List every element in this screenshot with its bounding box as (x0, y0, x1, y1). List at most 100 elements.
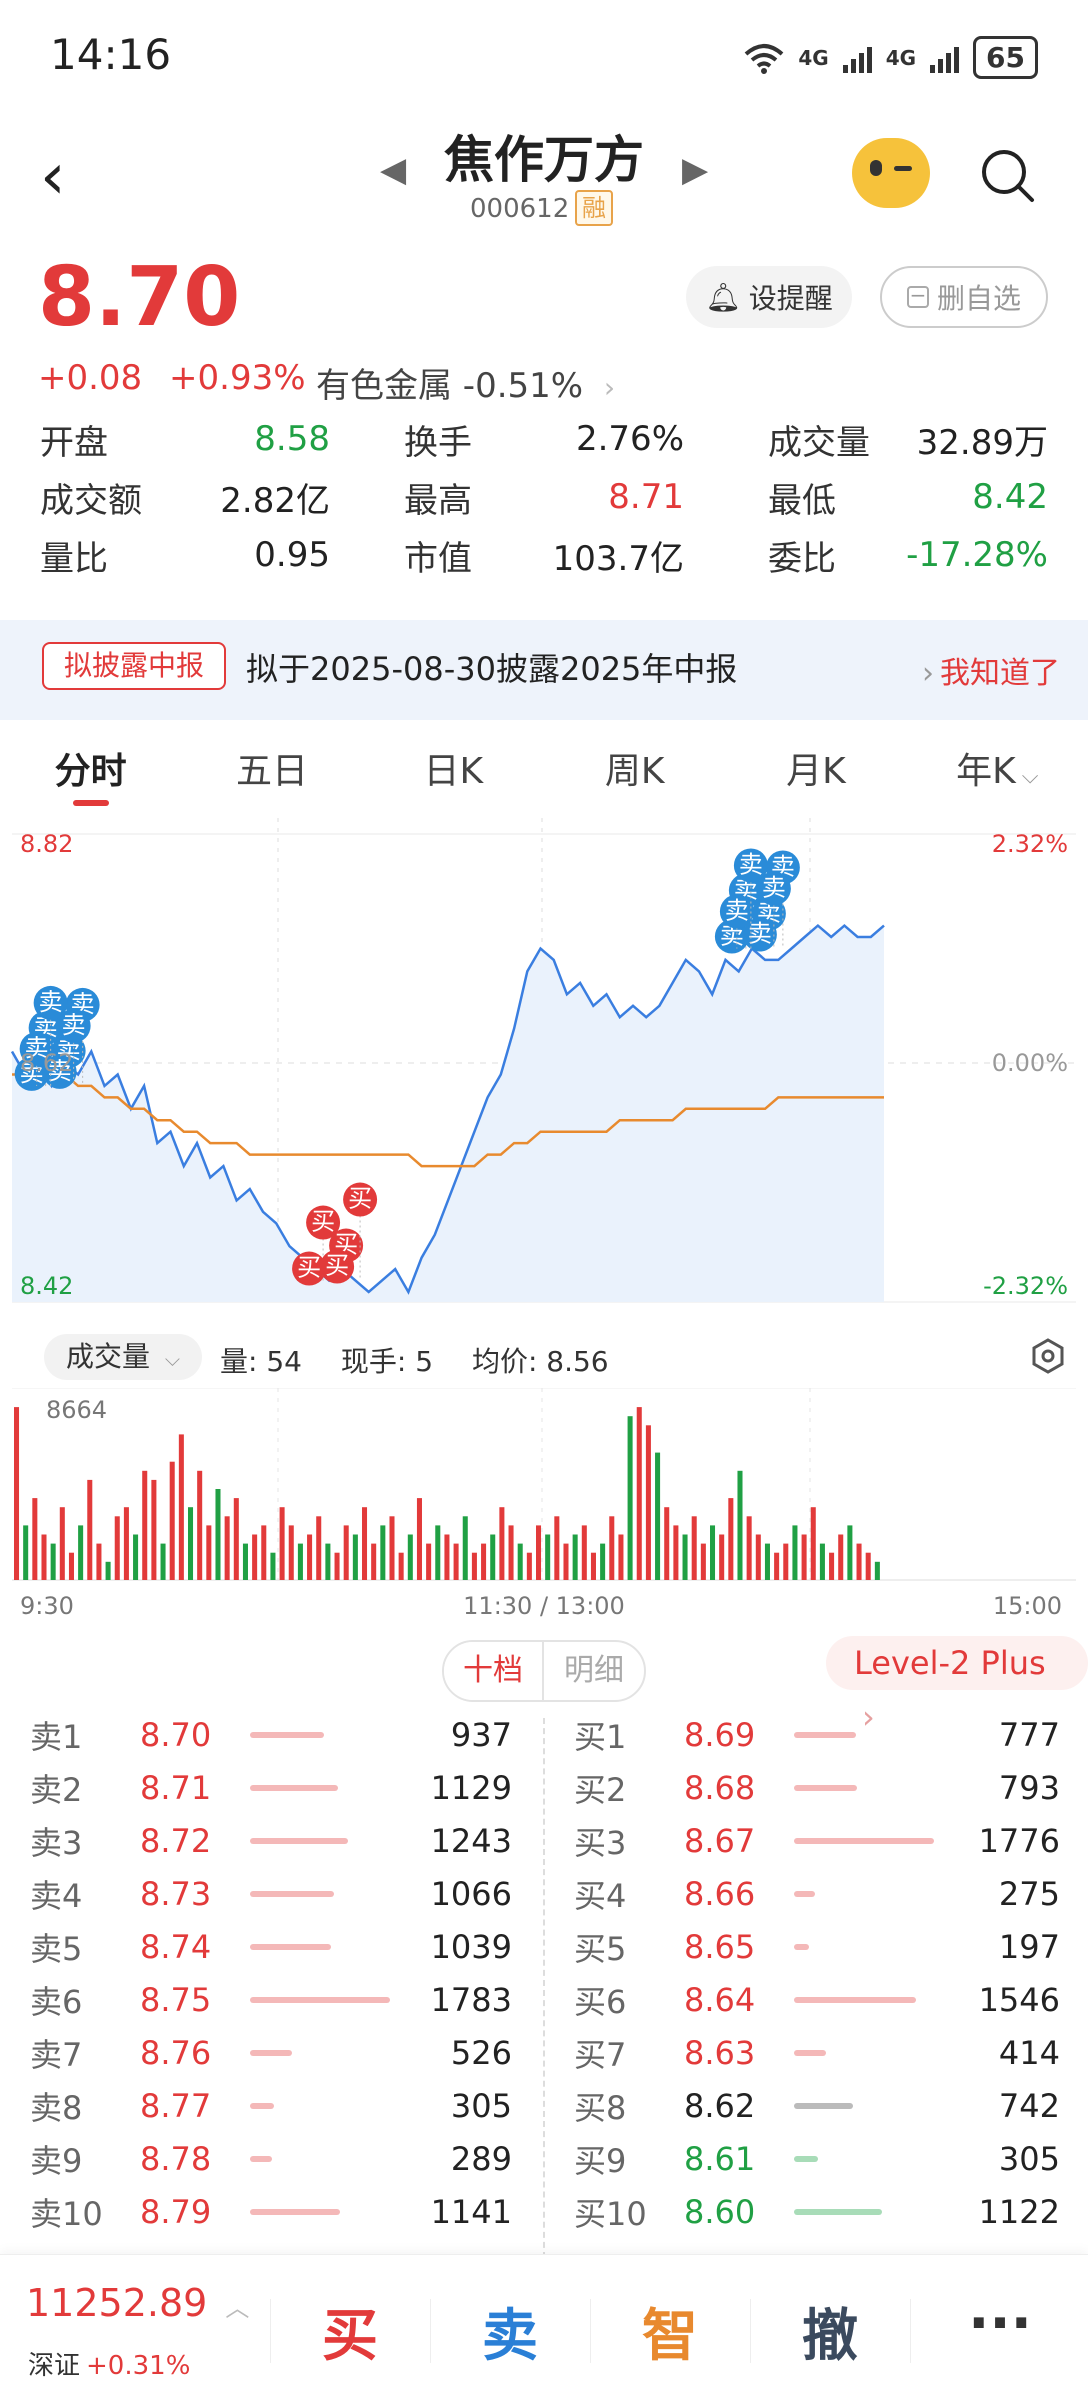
bid-row[interactable]: 买7 8.63 414 (574, 2026, 1060, 2079)
volume-bar (50, 1543, 56, 1580)
index-value[interactable]: 11252.89 ︿ (26, 2281, 249, 2325)
bid-row[interactable]: 买10 8.60 1122 (574, 2185, 1060, 2238)
volume-readout: 量: 54 现手: 5 均价: 8.56 (220, 1340, 639, 1380)
volume-bar (673, 1525, 679, 1580)
stat-value: 8.42 (972, 477, 1048, 517)
sector-label: 有色金属 -0.51% (316, 366, 584, 406)
volume-bar (133, 1534, 139, 1580)
volume-bar (316, 1516, 322, 1580)
ask-row[interactable]: 卖6 8.75 1783 (30, 1973, 512, 2026)
volume-bar (151, 1479, 157, 1580)
bid-row[interactable]: 买6 8.64 1546 (574, 1973, 1060, 2026)
stat-value: 8.71 (608, 477, 684, 517)
trade-marker-label: 卖 (739, 851, 763, 879)
trade-marker-label: 买 (311, 1208, 335, 1236)
stat-key: 最高 (404, 480, 472, 521)
volume-bar (664, 1507, 670, 1580)
bid-row[interactable]: 买9 8.61 305 (574, 2132, 1060, 2185)
ask-row[interactable]: 卖9 8.78 289 (30, 2132, 512, 2185)
stat-item: 最高 8.71 (404, 470, 684, 524)
stat-key: 成交量 (768, 422, 870, 463)
tab-intraday[interactable]: 分时 (0, 722, 181, 812)
level-volume: 742 (998, 2086, 1060, 2125)
margin-tag: 融 (575, 190, 613, 226)
level-volume-bar (250, 1731, 324, 1738)
ask-row[interactable]: 卖4 8.73 1066 (30, 1867, 512, 1920)
level-price: 8.61 (684, 2139, 756, 2178)
level-volume-bar (794, 2208, 882, 2215)
tab-monthly-k[interactable]: 月K (725, 722, 906, 812)
set-alert-button[interactable]: 🔔︎ 设提醒 (686, 266, 852, 328)
ask-row[interactable]: 卖1 8.70 937 (30, 1708, 512, 1761)
tab-daily-k[interactable]: 日K (363, 722, 544, 812)
sell-button[interactable]: 卖 (430, 2291, 590, 2372)
cancel-order-button[interactable]: 撤 (750, 2291, 910, 2372)
volume-bar (252, 1534, 258, 1580)
more-icon[interactable]: ··· (920, 2291, 1080, 2356)
tab-ten-levels[interactable]: 十档 (444, 1642, 544, 1700)
notice-ack-button[interactable]: › 我知道了 (922, 648, 1060, 692)
stat-value: 2.76% (575, 419, 684, 459)
volume-bar (197, 1470, 203, 1580)
level-volume-bar (794, 2049, 826, 2056)
disclosure-notice[interactable]: 拟披露中报 拟于2025-08-30披露2025年中报 › 我知道了 (0, 620, 1088, 720)
level-label: 买9 (574, 2141, 627, 2180)
stat-value: 103.7亿 (552, 538, 684, 579)
bid-row[interactable]: 买2 8.68 793 (574, 1761, 1060, 1814)
ask-row[interactable]: 卖3 8.72 1243 (30, 1814, 512, 1867)
volume-bar (444, 1534, 450, 1580)
level-volume-bar (250, 1890, 334, 1897)
bid-row[interactable]: 买5 8.65 197 (574, 1920, 1060, 1973)
next-stock-icon[interactable]: ▶ (682, 150, 708, 190)
tab-details[interactable]: 明细 (544, 1642, 644, 1700)
volume-bar (590, 1552, 596, 1580)
buy-button[interactable]: 买 (270, 2291, 430, 2372)
volume-bar (325, 1543, 331, 1580)
ask-row[interactable]: 卖8 8.77 305 (30, 2079, 512, 2132)
volume-chart[interactable]: 8664 9:30 11:30 / 13:00 15:00 (0, 1388, 1088, 1628)
sector-link[interactable]: 有色金属 -0.51% › (316, 358, 615, 407)
volume-bar (14, 1407, 20, 1580)
chevron-right-icon: › (603, 371, 616, 404)
delete-favorite-button[interactable]: − 删自选 (880, 266, 1048, 328)
price-area (12, 925, 884, 1302)
level-label: 卖8 (30, 2088, 83, 2127)
mascot-icon[interactable] (852, 138, 930, 208)
level-volume-bar (794, 1890, 815, 1897)
volume-bar (471, 1552, 477, 1580)
signal-icon (842, 43, 872, 73)
level-label: 买5 (574, 1929, 627, 1968)
search-icon[interactable] (980, 148, 1036, 204)
volume-bar (142, 1470, 148, 1580)
ask-row[interactable]: 卖2 8.71 1129 (30, 1761, 512, 1814)
trade-marker-label: 买 (297, 1254, 321, 1282)
stock-code: 000612 (470, 194, 570, 224)
trade-marker-label: 卖 (762, 874, 786, 902)
volume-bar (655, 1452, 661, 1580)
tab-five-day[interactable]: 五日 (181, 722, 362, 812)
bid-row[interactable]: 买1 8.69 777 (574, 1708, 1060, 1761)
bid-row[interactable]: 买4 8.66 275 (574, 1867, 1060, 1920)
intraday-chart[interactable]: 卖卖卖卖卖卖卖卖买买买买买卖卖卖卖卖卖卖卖8.828.628.422.32%0.… (0, 812, 1088, 1324)
ask-row[interactable]: 卖5 8.74 1039 (30, 1920, 512, 1973)
level-volume: 1243 (430, 1821, 512, 1860)
bid-row[interactable]: 买3 8.67 1776 (574, 1814, 1060, 1867)
ask-row[interactable]: 卖7 8.76 526 (30, 2026, 512, 2079)
settings-icon[interactable] (1030, 1338, 1066, 1374)
smart-button[interactable]: 智 (590, 2291, 750, 2372)
indicator-selector[interactable]: 成交量 ⌵ (44, 1334, 203, 1380)
bid-row[interactable]: 买8 8.62 742 (574, 2079, 1060, 2132)
trade-marker-label: 买 (325, 1252, 349, 1280)
level2-button[interactable]: Level-2 Plus › (826, 1636, 1088, 1736)
tab-weekly-k[interactable]: 周K (544, 722, 725, 812)
stat-key: 最低 (768, 480, 836, 521)
x-axis-label: 15:00 (993, 1592, 1062, 1620)
level-label: 买10 (574, 2194, 647, 2233)
level-price: 8.60 (684, 2192, 756, 2231)
volume-bar (774, 1552, 780, 1580)
ask-row[interactable]: 卖10 8.79 1141 (30, 2185, 512, 2238)
tab-yearly-k[interactable]: 年K ⌵ (907, 722, 1088, 812)
level-volume-bar (250, 1837, 348, 1844)
trade-marker-label: 卖 (725, 897, 749, 925)
y-axis-right-label: 0.00% (992, 1049, 1068, 1077)
